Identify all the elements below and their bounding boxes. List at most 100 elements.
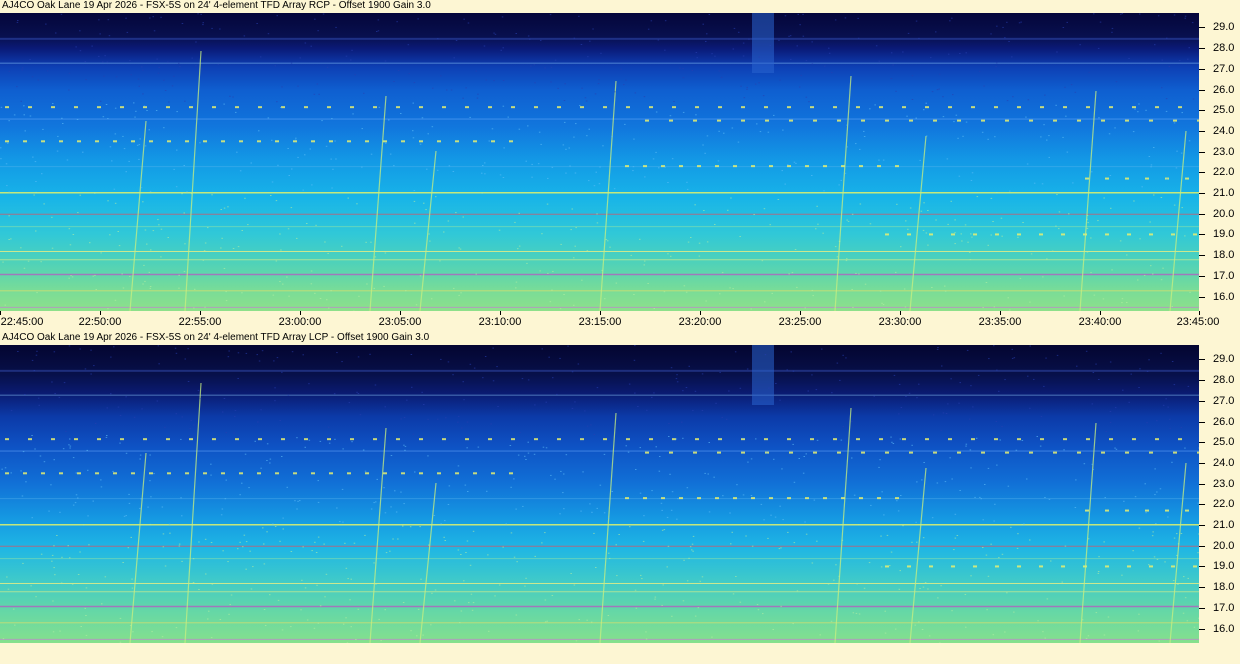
carrier-dot (603, 438, 607, 441)
noise-speckle (904, 306, 907, 308)
noise-speckle (1074, 507, 1077, 508)
carrier-dot (1085, 509, 1089, 512)
carrier-dot (580, 438, 584, 441)
noise-speckle (592, 28, 594, 30)
noise-speckle (947, 53, 950, 55)
noise-speckle (160, 16, 162, 18)
noise-speckle (773, 114, 775, 116)
noise-column (752, 13, 774, 73)
noise-speckle (890, 551, 893, 553)
noise-speckle (954, 232, 956, 234)
noise-speckle (941, 365, 943, 367)
noise-speckle (990, 234, 992, 236)
noise-speckle (24, 394, 26, 395)
interference-line (0, 37, 1199, 40)
noise-speckle (102, 61, 104, 63)
noise-speckle (540, 39, 542, 41)
noise-speckle (533, 64, 536, 66)
noise-speckle (453, 57, 455, 59)
noise-speckle (311, 184, 313, 186)
noise-speckle (85, 634, 88, 636)
carrier-dot (805, 497, 809, 500)
noise-speckle (637, 406, 639, 407)
noise-speckle (151, 631, 153, 633)
noise-speckle (751, 545, 754, 547)
noise-speckle (908, 392, 911, 394)
noise-speckle (796, 45, 798, 47)
noise-speckle (802, 472, 805, 474)
noise-speckle (1183, 576, 1185, 578)
x-tick-label: 23:00:00 (278, 316, 322, 328)
carrier-dot (1105, 233, 1109, 236)
carrier-dot (311, 472, 315, 475)
noise-speckle (477, 93, 479, 95)
noise-speckle (237, 246, 240, 248)
noise-speckle (1180, 533, 1183, 534)
carrier-dot (74, 438, 78, 441)
noise-speckle (969, 252, 971, 253)
noise-speckle (296, 508, 298, 510)
noise-speckle (412, 102, 414, 104)
noise-speckle (695, 114, 697, 116)
noise-speckle (310, 270, 313, 272)
carrier-dot (789, 451, 793, 454)
noise-speckle (310, 283, 313, 285)
carrier-dot (1040, 106, 1044, 109)
noise-speckle (1165, 98, 1168, 100)
noise-speckle (819, 634, 821, 636)
noise-speckle (229, 95, 231, 97)
noise-speckle (927, 210, 929, 211)
noise-speckle (178, 62, 180, 64)
noise-speckle (687, 241, 690, 243)
noise-speckle (69, 447, 71, 449)
carrier-dot (885, 119, 889, 122)
noise-speckle (838, 184, 840, 186)
noise-speckle (1115, 81, 1118, 83)
noise-speckle (144, 145, 147, 147)
noise-speckle (655, 446, 657, 448)
noise-speckle (242, 546, 244, 548)
y-tick-label: 23.0 (1213, 477, 1235, 490)
noise-speckle (61, 117, 63, 119)
noise-speckle (921, 629, 924, 630)
carrier-dot (626, 438, 630, 441)
noise-speckle (677, 498, 679, 500)
noise-speckle (620, 68, 622, 70)
noise-speckle (93, 365, 95, 367)
carrier-dot (733, 165, 737, 168)
interference-line (0, 226, 1199, 228)
carrier-dot (59, 140, 63, 143)
noise-speckle (1065, 115, 1067, 117)
noise-speckle (207, 227, 209, 229)
noise-speckle (144, 229, 147, 231)
noise-speckle (931, 287, 933, 288)
noise-speckle (279, 420, 281, 421)
noise-speckle (288, 175, 290, 176)
carrier-dot (907, 565, 911, 568)
noise-speckle (1061, 581, 1063, 583)
noise-speckle (311, 550, 313, 552)
carrier-dot (491, 472, 495, 475)
noise-speckle (331, 118, 333, 120)
lcp-panel: AJ4CO Oak Lane 19 Apr 2026 - FSX-5S on 2… (0, 332, 1240, 664)
noise-speckle (348, 402, 351, 404)
noise-speckle (1126, 254, 1128, 256)
noise-speckle (1191, 22, 1194, 24)
noise-speckle (40, 553, 43, 555)
noise-speckle (309, 148, 311, 150)
noise-speckle (788, 35, 790, 37)
x-tick (700, 311, 701, 315)
noise-speckle (1008, 41, 1010, 42)
noise-speckle (36, 350, 38, 352)
noise-speckle (339, 521, 341, 522)
noise-speckle (392, 538, 394, 540)
noise-speckle (1138, 613, 1140, 615)
noise-speckle (578, 619, 580, 621)
noise-speckle (492, 347, 494, 349)
noise-speckle (1043, 124, 1045, 126)
noise-speckle (896, 203, 898, 205)
noise-speckle (616, 575, 618, 577)
carrier-dot (419, 472, 423, 475)
noise-speckle (895, 271, 897, 273)
burst-trace (1079, 90, 1097, 311)
